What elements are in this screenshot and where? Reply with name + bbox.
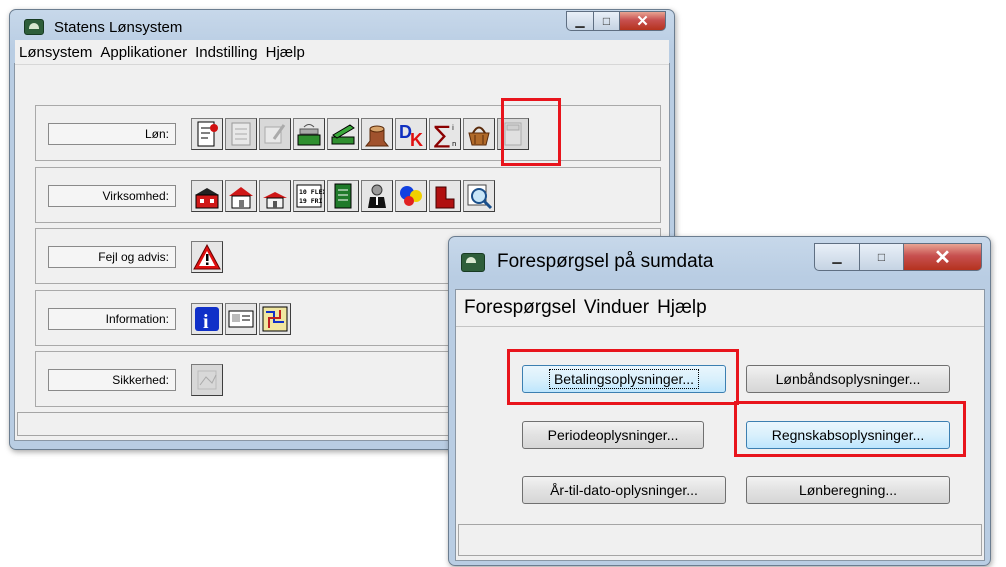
- balloons-icon[interactable]: [395, 180, 427, 212]
- dialog-window: Forespørgsel på sumdata ▁ □ ✕ Forespørgs…: [448, 236, 991, 566]
- card-icon[interactable]: [225, 303, 257, 335]
- flex-calendar-icon[interactable]: 10 FLEX 19 FRI: [293, 180, 326, 212]
- security-icon[interactable]: [191, 364, 223, 396]
- menu-vinduer[interactable]: Vinduer: [580, 297, 653, 319]
- dialog-app-icon: [461, 252, 485, 272]
- basket-icon[interactable]: [463, 118, 495, 150]
- main-titlebar[interactable]: Statens Lønsystem ▁ □ ✕: [10, 10, 674, 44]
- svg-text:i: i: [452, 124, 454, 132]
- factory-icon[interactable]: [191, 180, 223, 212]
- group-label-virksomhed: Virksomhed:: [48, 185, 176, 207]
- aar-til-dato-oplysninger-button[interactable]: År-til-dato-oplysninger...: [522, 476, 726, 504]
- magnifier-icon[interactable]: [463, 180, 495, 212]
- calculator-icon[interactable]: [497, 118, 529, 150]
- main-window-title: Statens Lønsystem: [54, 18, 183, 36]
- lonberegning-button[interactable]: Lønberegning...: [746, 476, 950, 504]
- close-icon: ✕: [934, 246, 951, 269]
- map-icon[interactable]: [259, 303, 291, 335]
- betalingsoplysninger-button[interactable]: Betalingsoplysninger...: [522, 365, 726, 393]
- main-menubar: Lønsystem Applikationer Indstilling Hjæl…: [15, 40, 669, 65]
- flex-text: 10 FLEX: [299, 188, 324, 196]
- dialog-menubar: Forespørgsel Vinduer Hjælp: [456, 290, 984, 327]
- regnskabsoplysninger-button[interactable]: Regnskabsoplysninger...: [746, 421, 950, 449]
- money-icon[interactable]: [327, 118, 359, 150]
- sum-icon[interactable]: ∑ i n: [429, 118, 461, 150]
- maximize-button[interactable]: □: [594, 11, 620, 31]
- house-icon[interactable]: [225, 180, 257, 212]
- svg-text:i: i: [203, 311, 209, 333]
- group-label-lon: Løn:: [48, 123, 176, 145]
- dialog-title: Forespørgsel på sumdata: [497, 251, 714, 272]
- betalingsoplysninger-label: Betalingsoplysninger...: [548, 369, 700, 389]
- svg-text:K: K: [410, 130, 423, 149]
- menu-hjaelp[interactable]: Hjælp: [262, 44, 309, 61]
- group-virksomhed: Virksomhed: 10 FLEX 19 FRI: [35, 167, 661, 223]
- tree-stump-icon[interactable]: [361, 118, 393, 150]
- menu-dialog-hjaelp[interactable]: Hjælp: [653, 297, 711, 319]
- maximize-icon: □: [602, 14, 611, 28]
- menu-lonsystem[interactable]: Lønsystem: [15, 44, 96, 61]
- dialog-statusbar: [458, 524, 982, 556]
- dialog-client-area: Forespørgsel Vinduer Hjælp Betalingsoply…: [455, 289, 985, 561]
- chair-icon[interactable]: [429, 180, 461, 212]
- periodeoplysninger-button[interactable]: Periodeoplysninger...: [522, 421, 704, 449]
- lonbaandsoplysninger-button[interactable]: Lønbåndsoplysninger...: [746, 365, 950, 393]
- menu-indstilling[interactable]: Indstilling: [191, 44, 262, 61]
- maximize-icon: □: [877, 250, 886, 264]
- minimize-button[interactable]: ▁: [566, 11, 594, 31]
- group-label-information: Information:: [48, 308, 176, 330]
- info-icon[interactable]: i: [191, 303, 223, 335]
- report-icon[interactable]: [225, 118, 257, 150]
- fri-text: 19 FRI: [299, 197, 323, 205]
- close-button[interactable]: ✕: [620, 11, 666, 31]
- group-label-sikkerhed: Sikkerhed:: [48, 369, 176, 391]
- minimize-icon: ▁: [575, 14, 585, 28]
- document-pin-icon[interactable]: [191, 118, 223, 150]
- dk-icon[interactable]: DK: [395, 118, 427, 150]
- menu-forespoergsel[interactable]: Forespørgsel: [456, 297, 580, 319]
- svg-text:∑: ∑: [434, 121, 450, 149]
- edit-icon[interactable]: [259, 118, 291, 150]
- person-icon[interactable]: [361, 180, 393, 212]
- building-icon[interactable]: [259, 180, 291, 212]
- warning-icon[interactable]: [191, 241, 223, 273]
- group-lon: Løn: D K ∑ i n: [35, 105, 661, 161]
- keyboard-icon[interactable]: [293, 118, 325, 150]
- svg-text:n: n: [452, 140, 456, 148]
- app-icon: [24, 19, 44, 35]
- minimize-icon: ▁: [832, 250, 842, 264]
- close-icon: ✕: [636, 13, 649, 30]
- dialog-minimize-button[interactable]: ▁: [814, 243, 860, 271]
- group-label-fejl: Fejl og advis:: [48, 246, 176, 268]
- dialog-maximize-button[interactable]: □: [860, 243, 904, 271]
- dialog-close-button[interactable]: ✕: [904, 243, 982, 271]
- ledger-icon[interactable]: [327, 180, 359, 212]
- dialog-titlebar[interactable]: Forespørgsel på sumdata ▁ □ ✕: [449, 237, 990, 287]
- menu-applikationer[interactable]: Applikationer: [96, 44, 191, 61]
